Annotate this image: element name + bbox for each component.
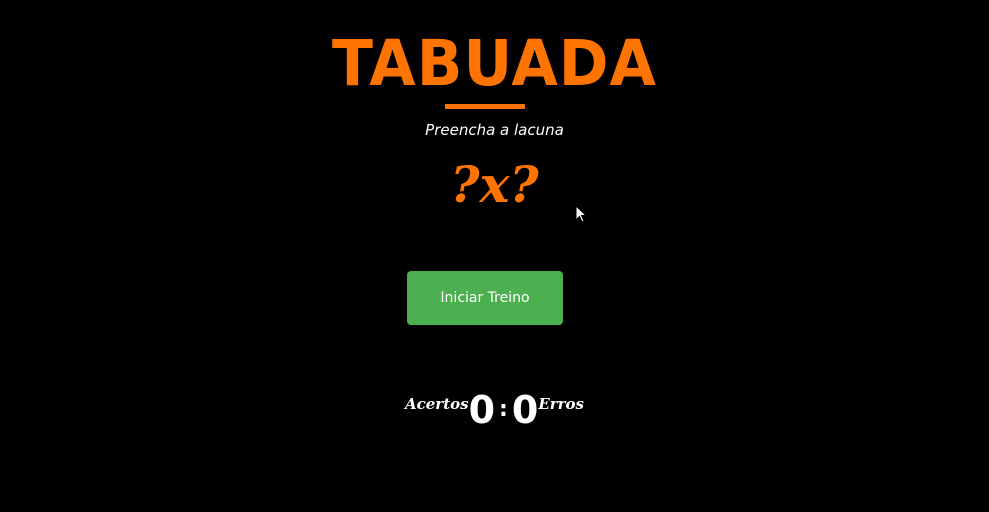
instruction-text: Preencha a lacuna (425, 121, 564, 139)
question-left-operand: ? (450, 155, 480, 214)
question-operator: x (479, 155, 510, 214)
page-title: TABUADA (332, 27, 657, 101)
multiplication-question: ?x? (0, 150, 989, 220)
mouse-pointer-icon (575, 205, 587, 223)
scoreboard: Acertos 0 : 0 Erros (0, 385, 989, 435)
start-training-button[interactable]: Iniciar Treino (407, 271, 563, 325)
correct-count: 0 (468, 388, 496, 432)
errors-label: Erros (538, 395, 585, 413)
score-separator: : (499, 397, 508, 422)
correct-label: Acertos (404, 395, 469, 413)
errors-count: 0 (511, 388, 539, 432)
question-right-operand: ? (509, 155, 539, 214)
title-underline (445, 104, 525, 109)
